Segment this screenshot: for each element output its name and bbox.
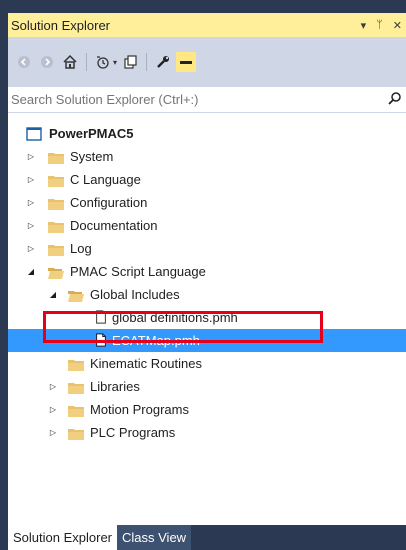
history-dropdown-icon[interactable]: ▾: [113, 58, 117, 67]
tree-item-pmac-script-language[interactable]: ◢ PMAC Script Language: [8, 260, 406, 283]
tree-item-configuration[interactable]: ▷ Configuration: [8, 191, 406, 214]
solution-explorer-panel: Solution Explorer ▾ ᛘ ✕ ▾ Search Solutio…: [8, 13, 406, 550]
expand-arrow-icon[interactable]: ▷: [26, 152, 36, 162]
panel-title: Solution Explorer: [11, 17, 110, 33]
tree-item-label: System: [70, 149, 114, 164]
search-bar: [8, 87, 406, 113]
expand-arrow-icon[interactable]: ▷: [26, 244, 36, 254]
tree-item-label: Global Includes: [90, 287, 180, 302]
forward-icon[interactable]: [37, 52, 57, 72]
folder-icon: [48, 153, 64, 164]
expand-arrow-icon[interactable]: ▷: [48, 428, 58, 438]
home-icon[interactable]: [60, 52, 80, 72]
collapse-arrow-icon[interactable]: ◢: [26, 267, 36, 277]
file-icon: [96, 310, 106, 324]
folder-icon: [48, 245, 64, 256]
expand-arrow-icon[interactable]: ▷: [48, 382, 58, 392]
back-icon[interactable]: [14, 52, 34, 72]
collapse-arrow-icon[interactable]: ◢: [48, 290, 58, 300]
tree-item-label: Kinematic Routines: [90, 356, 202, 371]
expand-arrow-icon[interactable]: ▷: [26, 198, 36, 208]
search-input[interactable]: [11, 92, 371, 107]
history-icon[interactable]: [93, 52, 113, 72]
tree-project-row[interactable]: PowerPMAC5: [8, 122, 406, 145]
expand-arrow-icon[interactable]: ▷: [26, 175, 36, 185]
close-icon[interactable]: ✕: [393, 19, 402, 32]
toolbar-separator: [86, 53, 87, 71]
preview-icon[interactable]: [176, 52, 197, 72]
open-folder-icon: [68, 291, 84, 302]
tree-item-kinematic-routines[interactable]: Kinematic Routines: [8, 352, 406, 375]
tree-item-label: global definitions.pmh: [112, 310, 238, 325]
file-icon: [96, 333, 106, 347]
tree-item-system[interactable]: ▷ System: [8, 145, 406, 168]
tree-item-c-language[interactable]: ▷ C Language: [8, 168, 406, 191]
solution-tree: PowerPMAC5 ▷ System ▷ C Language ▷ Confi…: [8, 113, 406, 440]
tree-item-libraries[interactable]: ▷ Libraries: [8, 375, 406, 398]
tree-item-label: Libraries: [90, 379, 140, 394]
tree-item-label: C Language: [70, 172, 141, 187]
tree-item-global-includes[interactable]: ◢ Global Includes: [8, 283, 406, 306]
tree-item-label: Log: [70, 241, 92, 256]
tree-item-label: Configuration: [70, 195, 148, 210]
toolbar-separator: [146, 53, 148, 71]
properties-icon[interactable]: [153, 52, 173, 72]
folder-icon: [68, 383, 84, 394]
bottom-tabs: Solution Explorer Class View: [8, 525, 406, 550]
tree-item-label: PMAC Script Language: [70, 264, 206, 279]
search-icon[interactable]: [388, 91, 402, 108]
tree-item-log[interactable]: ▷ Log: [8, 237, 406, 260]
tree-item-global-definitions[interactable]: global definitions.pmh: [8, 306, 406, 329]
folder-icon: [68, 406, 84, 417]
folder-icon: [48, 199, 64, 210]
dropdown-icon[interactable]: ▾: [361, 19, 367, 32]
tab-class-view[interactable]: Class View: [117, 525, 192, 550]
tree-item-label: Documentation: [70, 218, 158, 233]
tree-item-motion-programs[interactable]: ▷ Motion Programs: [8, 398, 406, 421]
project-label: PowerPMAC5: [49, 126, 134, 141]
pin-icon[interactable]: ᛘ: [376, 19, 383, 31]
show-all-files-icon[interactable]: [120, 52, 140, 72]
tree-item-plc-programs[interactable]: ▷ PLC Programs: [8, 421, 406, 444]
tab-solution-explorer[interactable]: Solution Explorer: [8, 525, 117, 550]
expand-arrow-icon[interactable]: ▷: [48, 405, 58, 415]
folder-icon: [48, 176, 64, 187]
folder-icon: [48, 222, 64, 233]
toolbar: ▾: [8, 37, 406, 87]
folder-icon: [68, 360, 84, 371]
expand-arrow-icon[interactable]: ▷: [26, 221, 36, 231]
tree-item-ecatmap[interactable]: ECATMap.pmh: [8, 329, 406, 352]
solution-icon: [26, 127, 42, 141]
title-bar[interactable]: Solution Explorer ▾ ᛘ ✕: [8, 13, 406, 37]
open-folder-icon: [48, 268, 64, 279]
tree-item-label: ECATMap.pmh: [112, 333, 200, 348]
tree-item-label: PLC Programs: [90, 425, 176, 440]
tree-item-documentation[interactable]: ▷ Documentation: [8, 214, 406, 237]
folder-icon: [68, 429, 84, 440]
tree-item-label: Motion Programs: [90, 402, 189, 417]
